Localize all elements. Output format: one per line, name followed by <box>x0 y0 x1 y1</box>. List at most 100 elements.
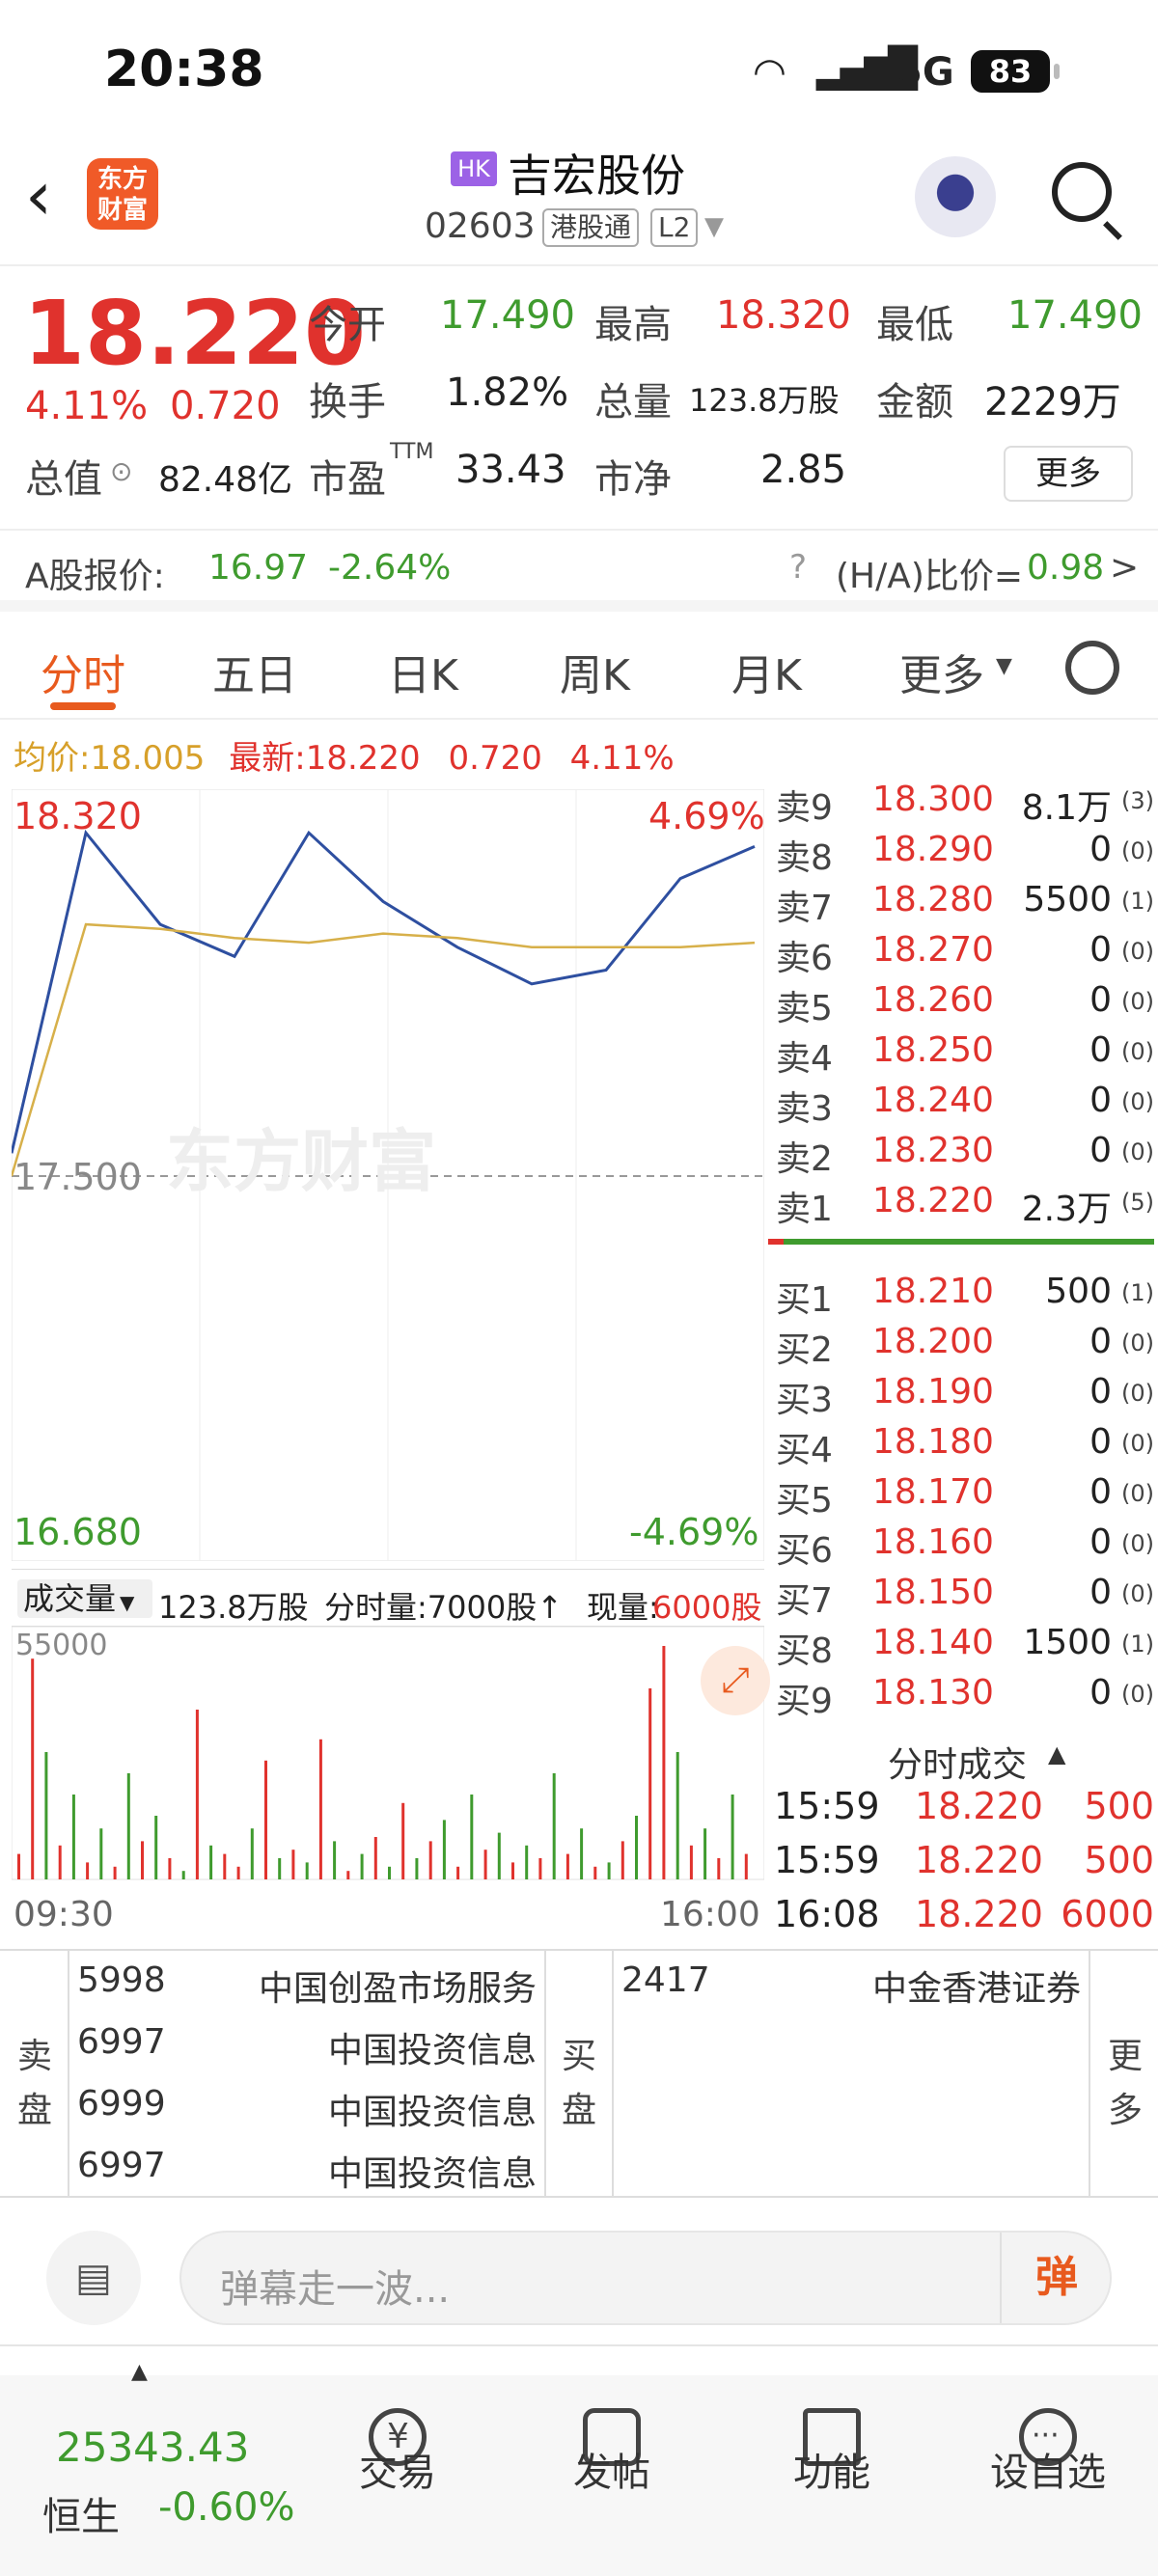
tick-price: 18.220 <box>915 1839 1043 1881</box>
level-volume: 2.3万 <box>1021 1190 1112 1229</box>
level-price: 18.300 <box>872 780 994 819</box>
level-volume: 0 <box>1089 1081 1112 1120</box>
volume-bar <box>388 1866 391 1879</box>
order-book-row[interactable]: 卖7 18.280 5500 (1) <box>776 880 1154 930</box>
index-change[interactable]: -0.60% <box>158 2485 295 2530</box>
ratio-label: (H/A)比价= <box>836 557 1024 596</box>
order-book-row[interactable]: 买5 18.170 0 (0) <box>776 1472 1154 1522</box>
level-label: 卖9 <box>776 788 833 828</box>
level-label: 卖7 <box>776 889 833 928</box>
nav-add-watchlist[interactable]: 设自选 <box>980 2441 1116 2497</box>
broker-row[interactable]: 6999 中国投资信息 <box>77 2084 537 2138</box>
app-logo[interactable]: 东方财富 <box>87 158 158 230</box>
sell-side-label: 卖盘 <box>17 2037 53 2130</box>
tick-trades[interactable]: 分时成交 ▲ 15:59 18.220 500 15:59 18.220 500 16:08… <box>768 1737 1154 1949</box>
broker-name: 中国投资信息 <box>327 2031 537 2070</box>
order-book-row[interactable]: 卖3 18.240 0 (0) <box>776 1081 1154 1131</box>
tab-more[interactable]: 更多 <box>899 641 984 702</box>
broker-id: 6999 <box>77 2084 166 2124</box>
nav-post[interactable]: 发帖 <box>544 2441 679 2497</box>
tab-weekly-k[interactable]: 周K <box>560 641 630 702</box>
danmu-input[interactable]: 弹幕走一波... 弹 <box>179 2231 1112 2325</box>
tab-monthly-k[interactable]: 月K <box>731 641 802 702</box>
volume-bar <box>552 1773 556 1879</box>
level-label: 买1 <box>776 1280 833 1320</box>
open-label: 今开 <box>309 303 386 347</box>
dropdown-icon[interactable]: ▼ <box>704 212 724 241</box>
tab-daily-k[interactable]: 日K <box>388 641 458 702</box>
danmu-toggle-button[interactable]: 弹 <box>1000 2233 1112 2323</box>
ratio-value: 0.98 <box>1027 548 1105 588</box>
order-book-row[interactable]: 卖2 18.230 0 (0) <box>776 1131 1154 1181</box>
level-volume: 0 <box>1089 830 1112 869</box>
level-label: 买3 <box>776 1381 833 1420</box>
broker-row[interactable]: 5998 中国创盈市场服务 <box>77 1960 537 2014</box>
assistant-avatar-icon[interactable] <box>915 156 996 237</box>
order-book-row[interactable]: 买9 18.130 0 (0) <box>776 1673 1154 1723</box>
level-price: 18.150 <box>872 1573 994 1612</box>
order-book-row[interactable]: 买8 18.140 1500 (1) <box>776 1623 1154 1673</box>
chevron-up-icon[interactable]: ▲ <box>131 2360 148 2384</box>
broker-id: 6997 <box>77 2146 166 2185</box>
broker-more-button[interactable]: 更多 <box>1089 1951 1158 2196</box>
volume-bar <box>525 1845 529 1879</box>
info-icon[interactable]: ⊙ <box>110 455 132 487</box>
broker-row[interactable]: 2417 中金香港证券 <box>621 1960 1081 2014</box>
amount-value: 2229万 <box>984 380 1121 425</box>
tab-five-day[interactable]: 五日 <box>212 641 297 702</box>
search-icon[interactable] <box>1052 162 1112 222</box>
level-volume: 0 <box>1089 930 1112 970</box>
order-book[interactable]: 卖9 18.300 8.1万 (3) 卖8 18.290 0 (0) 卖7 18.280 5500 (… <box>768 780 1154 1744</box>
pe-label: 市盈 <box>309 457 386 502</box>
order-book-row[interactable]: 买1 18.210 500 (1) <box>776 1272 1154 1322</box>
order-book-row[interactable]: 卖9 18.300 8.1万 (3) <box>776 780 1154 830</box>
tab-intraday[interactable]: 分时 <box>41 641 125 702</box>
order-book-row[interactable]: 买4 18.180 0 (0) <box>776 1422 1154 1472</box>
order-book-row[interactable]: 卖1 18.220 2.3万 (5) <box>776 1181 1154 1231</box>
order-book-row[interactable]: 卖6 18.270 0 (0) <box>776 930 1154 980</box>
level-count: (1) <box>1121 888 1154 915</box>
volume-selector-label: 成交量 <box>23 1580 117 1617</box>
order-book-row[interactable]: 买7 18.150 0 (0) <box>776 1573 1154 1623</box>
expand-icon[interactable]: ⤢ <box>701 1646 770 1715</box>
back-arrow-icon[interactable]: ‹ <box>25 162 52 230</box>
order-book-row[interactable]: 买3 18.190 0 (0) <box>776 1372 1154 1422</box>
level-volume: 0 <box>1089 1573 1112 1612</box>
pe-sup: TTM <box>390 440 434 464</box>
index-value[interactable]: 25343.43 <box>56 2424 249 2471</box>
order-book-row[interactable]: 买2 18.200 0 (0) <box>776 1322 1154 1372</box>
help-icon[interactable]: ? <box>789 548 807 587</box>
buy-side-label: 买盘 <box>562 2037 597 2130</box>
notes-icon[interactable]: ▤ <box>46 2231 141 2325</box>
more-quote-button[interactable]: 更多 <box>1004 446 1133 502</box>
mcap-label: 总值 <box>25 457 102 502</box>
volume-selector[interactable]: 成交量 ▼ <box>17 1579 152 1618</box>
order-book-row[interactable]: 买6 18.160 0 (0) <box>776 1522 1154 1573</box>
volume-bar <box>346 1871 350 1879</box>
intraday-chart[interactable]: 东方财富 18.320 17.500 16.680 4.69% -4.69% 成… <box>12 789 770 1947</box>
turnover-value: 1.82% <box>446 370 569 415</box>
broker-row[interactable]: 6997 中国投资信息 <box>77 2146 537 2200</box>
broker-queue[interactable]: 卖盘 买盘 更多 5998 中国创盈市场服务 6997 中国投资信息 6999 中国投资信… <box>0 1949 1158 2198</box>
latest-value: 18.220 <box>305 739 421 778</box>
tick-row: 16:08 18.220 6000 <box>774 1893 1154 1941</box>
volume-bar <box>428 1841 432 1879</box>
x-start-label: 09:30 <box>14 1895 114 1934</box>
high-value: 18.320 <box>716 293 851 338</box>
broker-row[interactable]: 6997 中国投资信息 <box>77 2022 537 2076</box>
level-label: 卖4 <box>776 1039 833 1079</box>
a-share-quote-bar[interactable]: A股报价: 16.97 -2.64% ? (H/A)比价= 0.98 > <box>0 529 1158 612</box>
ticks-title: 分时成交 <box>888 1745 1028 1785</box>
order-book-row[interactable]: 卖5 18.260 0 (0) <box>776 980 1154 1030</box>
tick-time: 16:08 <box>774 1893 880 1935</box>
nav-functions[interactable]: 功能 <box>764 2441 899 2497</box>
index-name[interactable]: 恒生 <box>42 2485 120 2541</box>
quote-panel: 18.220 4.11% 0.720 总值 ⊙ 82.48亿 今开 17.490… <box>0 268 1158 529</box>
hidden-tab-strip <box>0 2346 1158 2375</box>
gear-icon[interactable] <box>1065 641 1119 695</box>
order-book-row[interactable]: 卖8 18.290 0 (0) <box>776 830 1154 880</box>
level-price: 18.240 <box>872 1081 994 1120</box>
nav-trade[interactable]: 交易 <box>330 2441 465 2497</box>
pb-value: 2.85 <box>760 448 847 492</box>
order-book-row[interactable]: 卖4 18.250 0 (0) <box>776 1030 1154 1081</box>
